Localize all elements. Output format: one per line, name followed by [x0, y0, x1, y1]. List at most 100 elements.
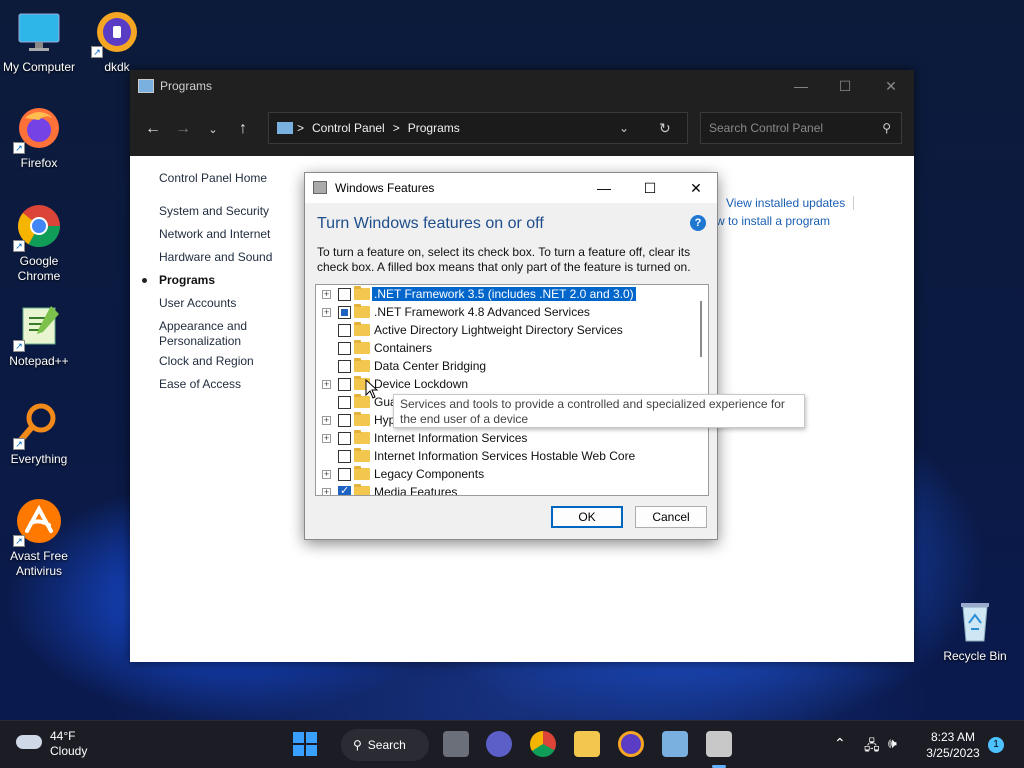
- feature-checkbox[interactable]: [338, 467, 351, 481]
- weather-widget[interactable]: 44°F Cloudy: [16, 729, 87, 759]
- back-arrow-icon[interactable]: ←: [138, 114, 168, 144]
- notepadpp-icon: ↗: [13, 302, 63, 352]
- volume-icon[interactable]: 🕪: [888, 735, 897, 752]
- feature-row[interactable]: + Media Features: [316, 483, 696, 495]
- network-icon[interactable]: 🖧: [864, 735, 880, 759]
- desktop-icon-everything[interactable]: ↗ Everything: [1, 400, 77, 467]
- feature-row[interactable]: + .NET Framework 3.5 (includes .NET 2.0 …: [316, 285, 696, 303]
- taskbar-clock[interactable]: 8:23 AM 3/25/2023: [918, 729, 988, 761]
- recent-locations-chevron-icon[interactable]: ⌄: [198, 114, 228, 144]
- sidebar-item-system-security[interactable]: System and Security: [159, 204, 269, 219]
- close-button[interactable]: ✕: [673, 173, 719, 203]
- cancel-button[interactable]: Cancel: [635, 506, 707, 528]
- desktop-icon-label: Everything: [10, 452, 68, 466]
- breadcrumb-control-panel[interactable]: Control Panel: [312, 121, 385, 135]
- chevron-up-icon[interactable]: ⌃: [834, 735, 846, 752]
- desktop-icon-label: My Computer: [2, 60, 76, 74]
- maximize-button[interactable]: ☐: [822, 70, 868, 102]
- feature-checkbox[interactable]: [338, 323, 351, 337]
- desktop-icon-my-computer[interactable]: My Computer: [1, 8, 77, 75]
- teams-chat-icon[interactable]: [486, 731, 512, 757]
- expand-plus-icon[interactable]: +: [322, 487, 331, 495]
- wf-titlebar: Windows Features — ☐ ✕: [305, 173, 717, 203]
- forward-arrow-icon[interactable]: →: [168, 114, 198, 144]
- feature-label: Active Directory Lightweight Directory S…: [374, 323, 623, 337]
- folder-icon: [354, 322, 370, 336]
- windows-features-dialog: Windows Features — ☐ ✕ Turn Windows feat…: [304, 172, 718, 540]
- expand-plus-icon[interactable]: +: [322, 415, 331, 425]
- view-installed-updates-link[interactable]: View installed updates: [726, 196, 845, 210]
- feature-checkbox[interactable]: [338, 287, 351, 301]
- task-view-icon[interactable]: [443, 731, 469, 757]
- ok-button[interactable]: OK: [551, 506, 623, 528]
- desktop-icon-chrome[interactable]: ↗ Google Chrome: [1, 202, 77, 284]
- active-bullet: [142, 278, 147, 283]
- sidebar-home-link[interactable]: Control Panel Home: [159, 171, 267, 186]
- shortcut-arrow-icon: ↗: [91, 46, 103, 58]
- mouse-cursor-icon: [365, 379, 379, 399]
- feature-row[interactable]: Containers: [316, 339, 696, 357]
- file-explorer-icon[interactable]: [574, 731, 600, 757]
- expand-plus-icon[interactable]: +: [322, 379, 331, 389]
- chevron-down-icon[interactable]: ⌄: [619, 121, 629, 135]
- expand-plus-icon[interactable]: +: [322, 469, 331, 479]
- up-arrow-icon[interactable]: ↑: [228, 114, 258, 144]
- shortcut-arrow-icon: ↗: [13, 240, 25, 252]
- start-windows-icon[interactable]: [292, 731, 318, 757]
- feature-checkbox[interactable]: [338, 359, 351, 373]
- refresh-icon[interactable]: ↻: [659, 120, 671, 137]
- sidebar-item-user-accounts[interactable]: User Accounts: [159, 296, 236, 311]
- link-divider: [853, 196, 854, 210]
- avast-secure-browser-icon[interactable]: [618, 731, 644, 757]
- folder-icon: [354, 340, 370, 354]
- help-icon[interactable]: ?: [690, 215, 706, 231]
- minimize-button[interactable]: —: [778, 70, 824, 102]
- weather-condition: Cloudy: [50, 744, 88, 758]
- feature-checkbox[interactable]: [338, 431, 351, 445]
- feature-checkbox[interactable]: [338, 305, 351, 319]
- search-input[interactable]: Search Control Panel ⚲: [700, 112, 902, 144]
- windows-features-icon[interactable]: [706, 731, 732, 757]
- desktop-icon-avast[interactable]: ↗ Avast Free Antivirus: [1, 497, 77, 579]
- taskbar-search-button[interactable]: ⚲ Search: [341, 729, 429, 761]
- feature-row[interactable]: + Internet Information Services: [316, 429, 696, 447]
- feature-row[interactable]: + .NET Framework 4.8 Advanced Services: [316, 303, 696, 321]
- sidebar-item-ease-of-access[interactable]: Ease of Access: [159, 377, 241, 392]
- sidebar-item-clock-region[interactable]: Clock and Region: [159, 354, 254, 369]
- shortcut-arrow-icon: ↗: [13, 535, 25, 547]
- desktop-icon-dkdk[interactable]: ↗ dkdk: [79, 8, 155, 75]
- close-button[interactable]: ✕: [868, 70, 914, 102]
- desktop-icon-recycle-bin[interactable]: Recycle Bin: [937, 597, 1013, 664]
- breadcrumb-programs[interactable]: Programs: [408, 121, 460, 135]
- feature-checkbox[interactable]: [338, 341, 351, 355]
- feature-checkbox[interactable]: [338, 449, 351, 463]
- feature-checkbox[interactable]: [338, 377, 351, 391]
- notification-badge[interactable]: 1: [988, 737, 1004, 753]
- cp-titlebar: Programs — ☐ ✕: [130, 70, 914, 102]
- folder-icon: [354, 484, 370, 495]
- feature-checkbox[interactable]: [338, 413, 351, 427]
- how-to-install-link[interactable]: w to install a program: [716, 214, 830, 228]
- feature-row[interactable]: + Legacy Components: [316, 465, 696, 483]
- address-bar[interactable]: > Control Panel > Programs ⌄ ↻: [268, 112, 688, 144]
- desktop-icon-firefox[interactable]: ↗ Firefox: [1, 104, 77, 171]
- control-panel-icon[interactable]: [662, 731, 688, 757]
- desktop-icon-label: Notepad++: [9, 354, 69, 368]
- sidebar-item-hardware[interactable]: Hardware and Sound: [159, 250, 272, 265]
- expand-plus-icon[interactable]: +: [322, 307, 331, 317]
- feature-row[interactable]: Data Center Bridging: [316, 357, 696, 375]
- feature-checkbox[interactable]: [338, 484, 351, 495]
- chrome-icon[interactable]: [530, 731, 556, 757]
- expand-plus-icon[interactable]: +: [322, 289, 331, 299]
- minimize-button[interactable]: —: [581, 173, 627, 203]
- feature-row[interactable]: Active Directory Lightweight Directory S…: [316, 321, 696, 339]
- tree-scrollbar[interactable]: [700, 301, 702, 357]
- feature-checkbox[interactable]: [338, 395, 351, 409]
- expand-plus-icon[interactable]: +: [322, 433, 331, 443]
- sidebar-item-programs[interactable]: Programs: [159, 273, 215, 288]
- sidebar-item-network[interactable]: Network and Internet: [159, 227, 270, 242]
- desktop-icon-notepadpp[interactable]: ↗ Notepad++: [1, 302, 77, 369]
- sidebar-item-appearance[interactable]: Appearance and Personalization: [159, 319, 269, 349]
- maximize-button[interactable]: ☐: [627, 173, 673, 203]
- feature-row[interactable]: Internet Information Services Hostable W…: [316, 447, 696, 465]
